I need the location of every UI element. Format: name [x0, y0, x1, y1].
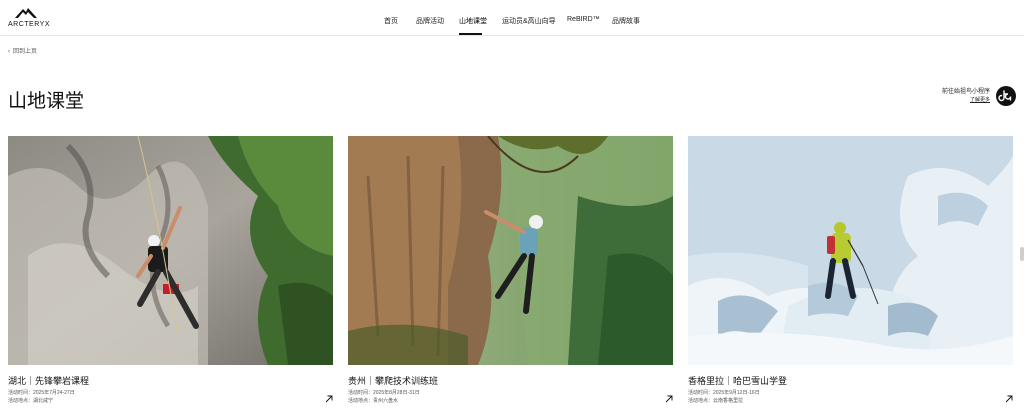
course-title[interactable]: 湖北｜先锋攀岩课程	[8, 374, 89, 387]
nav-item-home[interactable]: 首页	[384, 16, 398, 26]
nav-item-mountain-class[interactable]: 山地课堂	[459, 16, 487, 26]
page-title: 山地课堂	[8, 91, 85, 112]
scrollbar-handle[interactable]	[1020, 247, 1024, 261]
top-navigation-bar: ARCTERYX 首页 品牌活动 山地课堂 运动员&高山向导 ReBIRD™ 品…	[0, 0, 1024, 36]
course-date: 活动时间：2025年8月28日-31日	[348, 390, 420, 396]
nav-item-brand-story[interactable]: 品牌故事	[612, 16, 640, 26]
arrow-up-right-icon[interactable]	[665, 395, 673, 403]
mini-program-learn-more[interactable]: 了解更多	[942, 96, 990, 104]
mini-program-text: 前往始祖鸟小程序 了解更多	[942, 88, 990, 104]
mini-program-link[interactable]: 前往始祖鸟小程序 了解更多	[926, 86, 1016, 106]
course-date: 活动时间：2025年7月24-27日	[8, 390, 75, 396]
course-date: 活动时间：2025年9月12日-16日	[688, 390, 760, 396]
course-card[interactable]: 湖北｜先锋攀岩课程 活动时间：2025年7月24-27日 活动地点：湖北咸宁	[8, 136, 333, 417]
course-photo-snow-mountain[interactable]	[688, 136, 1013, 365]
course-photo-rock-climbing[interactable]	[8, 136, 333, 365]
nav-item-rebird[interactable]: ReBIRD™	[567, 16, 600, 23]
mini-program-icon[interactable]	[996, 86, 1016, 106]
nav-item-athletes-guides[interactable]: 运动员&高山向导	[502, 16, 556, 26]
chevron-left-icon: ‹	[8, 49, 10, 55]
course-title[interactable]: 贵州｜攀爬技术训练班	[348, 374, 438, 387]
mini-program-line1: 前往始祖鸟小程序	[941, 89, 990, 95]
course-card[interactable]: 香格里拉｜哈巴雪山学登 活动时间：2025年9月12日-16日 活动地点：云南香…	[688, 136, 1013, 417]
nav-item-brand-events[interactable]: 品牌活动	[416, 16, 444, 26]
back-link-label: 回到上页	[13, 49, 38, 55]
course-card[interactable]: 贵州｜攀爬技术训练班 活动时间：2025年8月28日-31日 活动地点：贵州六盘…	[348, 136, 673, 417]
arrow-up-right-icon[interactable]	[325, 395, 333, 403]
active-tab-indicator	[459, 33, 482, 35]
back-link[interactable]: ‹ 回到上页	[8, 46, 37, 55]
course-location: 活动地点：云南香格里拉	[688, 398, 744, 404]
course-location: 活动地点：湖北咸宁	[8, 398, 54, 404]
course-location: 活动地点：贵州六盘水	[348, 398, 399, 404]
course-title[interactable]: 香格里拉｜哈巴雪山学登	[688, 374, 787, 387]
arrow-up-right-icon[interactable]	[1005, 395, 1013, 403]
main-nav: 首页 品牌活动 山地课堂 运动员&高山向导 ReBIRD™ 品牌故事	[0, 0, 1024, 36]
course-photo-cliff-training[interactable]	[348, 136, 673, 365]
